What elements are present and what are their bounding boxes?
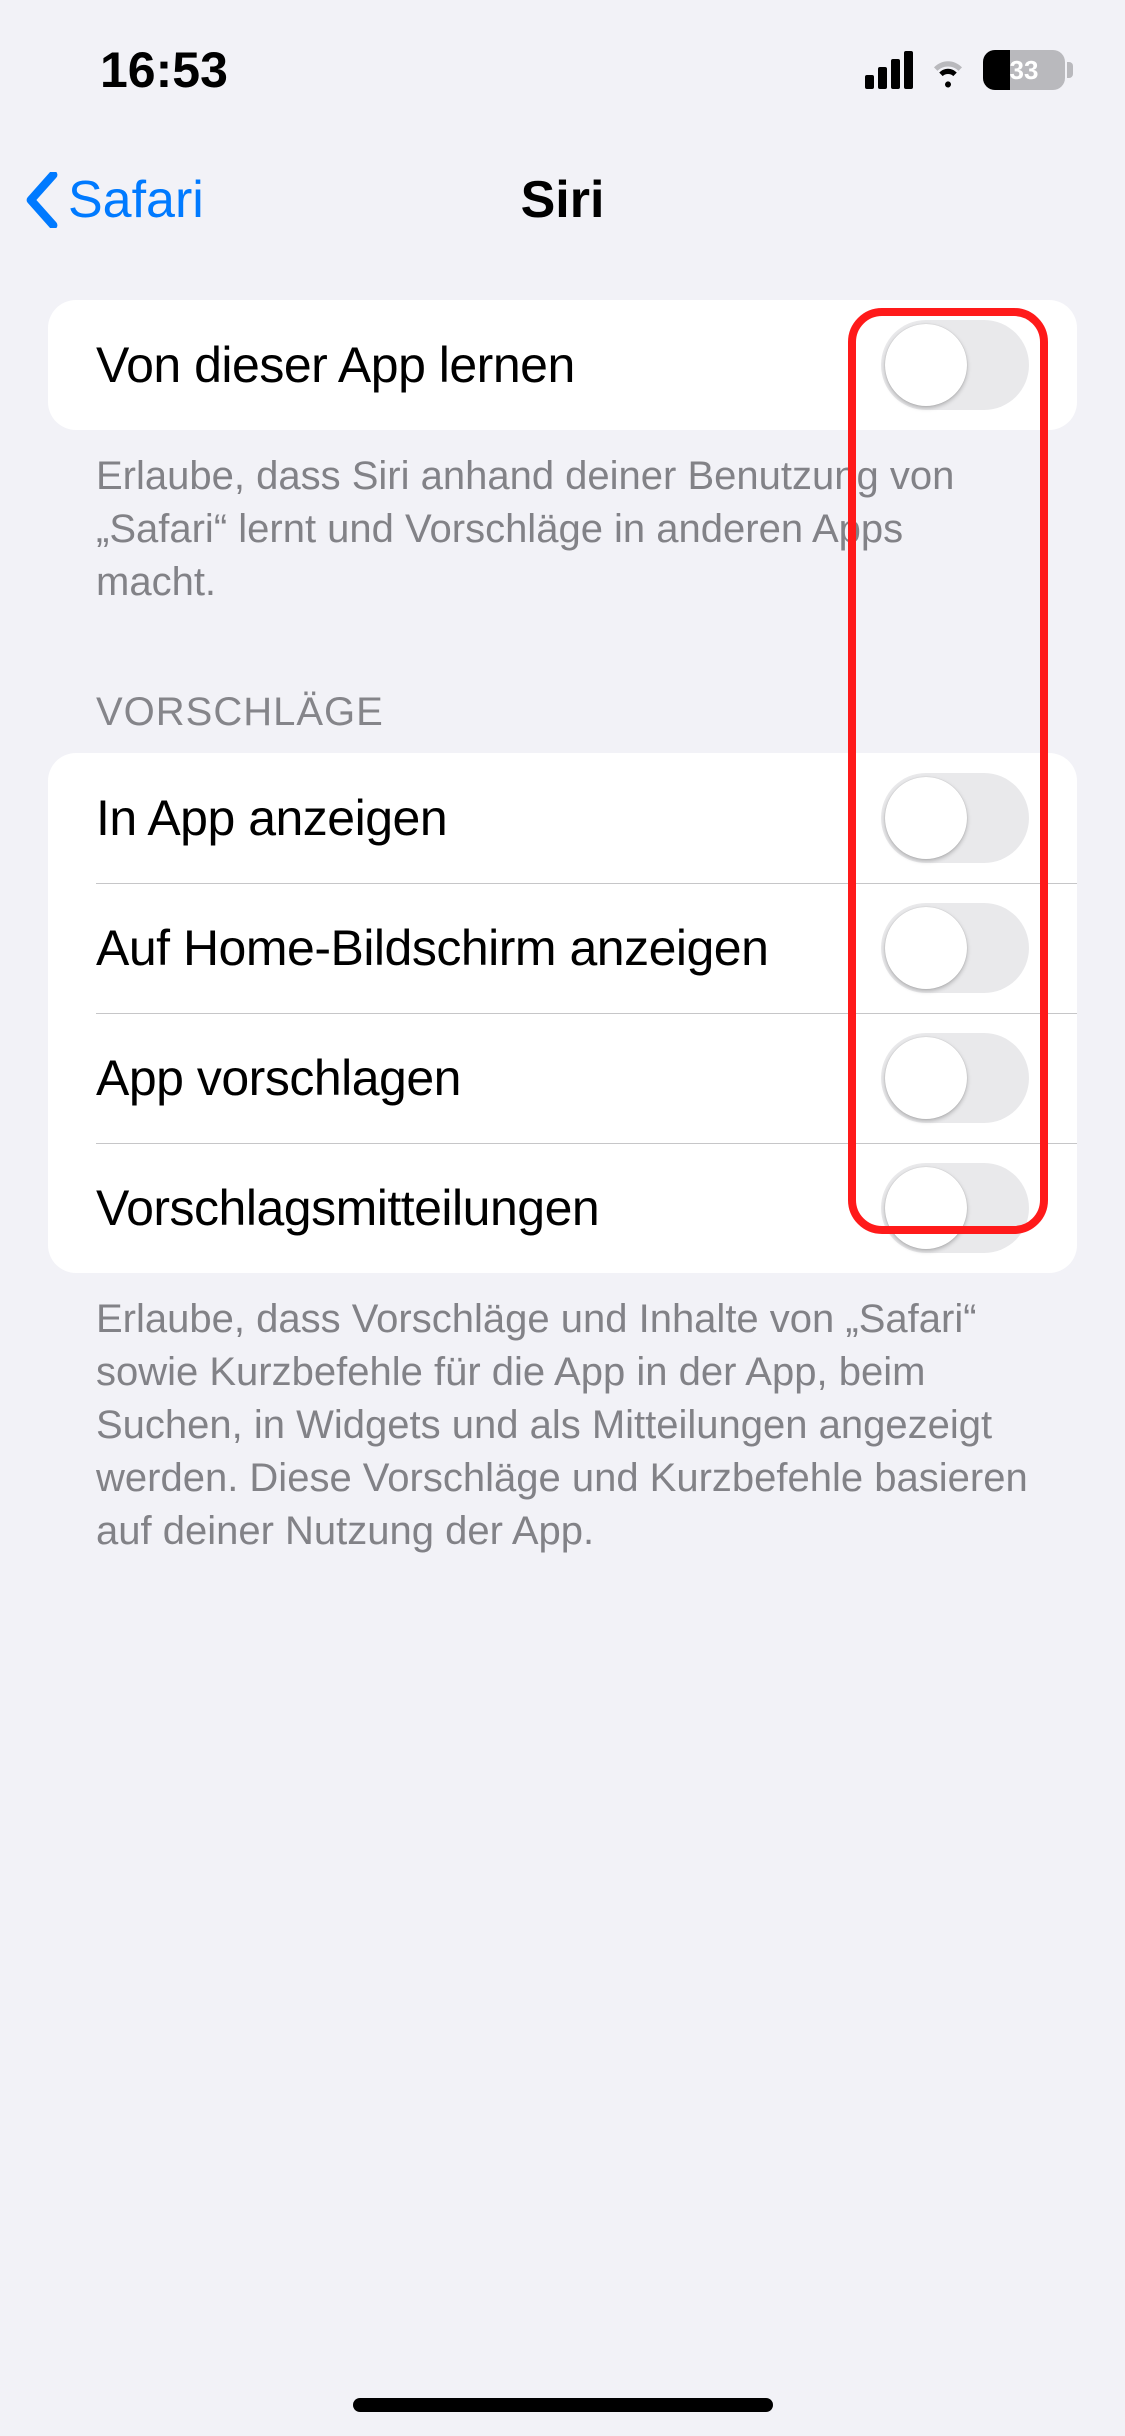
toggle-suggest-app[interactable] (881, 1033, 1029, 1123)
wifi-icon (927, 49, 969, 91)
row-show-on-home: Auf Home-Bildschirm anzeigen (48, 883, 1077, 1013)
row-label: Auf Home-Bildschirm anzeigen (96, 919, 768, 977)
section-footer-suggestions: Erlaube, dass Vorschläge und Inhalte von… (48, 1273, 1077, 1559)
settings-group-learn: Von dieser App lernen (48, 300, 1077, 430)
status-bar: 16:53 33 (0, 0, 1125, 140)
home-indicator (353, 2398, 773, 2412)
row-suggestion-notifications: Vorschlagsmitteilungen (48, 1143, 1077, 1273)
row-suggest-app: App vorschlagen (48, 1013, 1077, 1143)
row-label: In App anzeigen (96, 789, 447, 847)
toggle-show-in-app[interactable] (881, 773, 1029, 863)
nav-header: Safari Siri (0, 140, 1125, 260)
back-button[interactable]: Safari (0, 170, 204, 230)
toggle-show-on-home[interactable] (881, 903, 1029, 993)
row-label: Von dieser App lernen (96, 336, 575, 394)
toggle-suggestion-notifications[interactable] (881, 1163, 1029, 1253)
toggle-learn-from-app[interactable] (881, 320, 1029, 410)
battery-icon: 33 (983, 50, 1065, 90)
back-button-label: Safari (68, 170, 204, 230)
row-label: Vorschlagsmitteilungen (96, 1179, 599, 1237)
settings-group-suggestions: In App anzeigen Auf Home-Bildschirm anze… (48, 753, 1077, 1273)
section-header-suggestions: VORSCHLÄGE (48, 610, 1077, 753)
row-learn-from-app: Von dieser App lernen (48, 300, 1077, 430)
cellular-icon (865, 51, 913, 89)
chevron-left-icon (24, 172, 60, 228)
battery-percent: 33 (983, 55, 1065, 86)
status-indicators: 33 (865, 49, 1065, 91)
section-footer-learn: Erlaube, dass Siri anhand deiner Benutzu… (48, 430, 1077, 610)
row-label: App vorschlagen (96, 1049, 461, 1107)
row-show-in-app: In App anzeigen (48, 753, 1077, 883)
status-time: 16:53 (100, 41, 228, 99)
